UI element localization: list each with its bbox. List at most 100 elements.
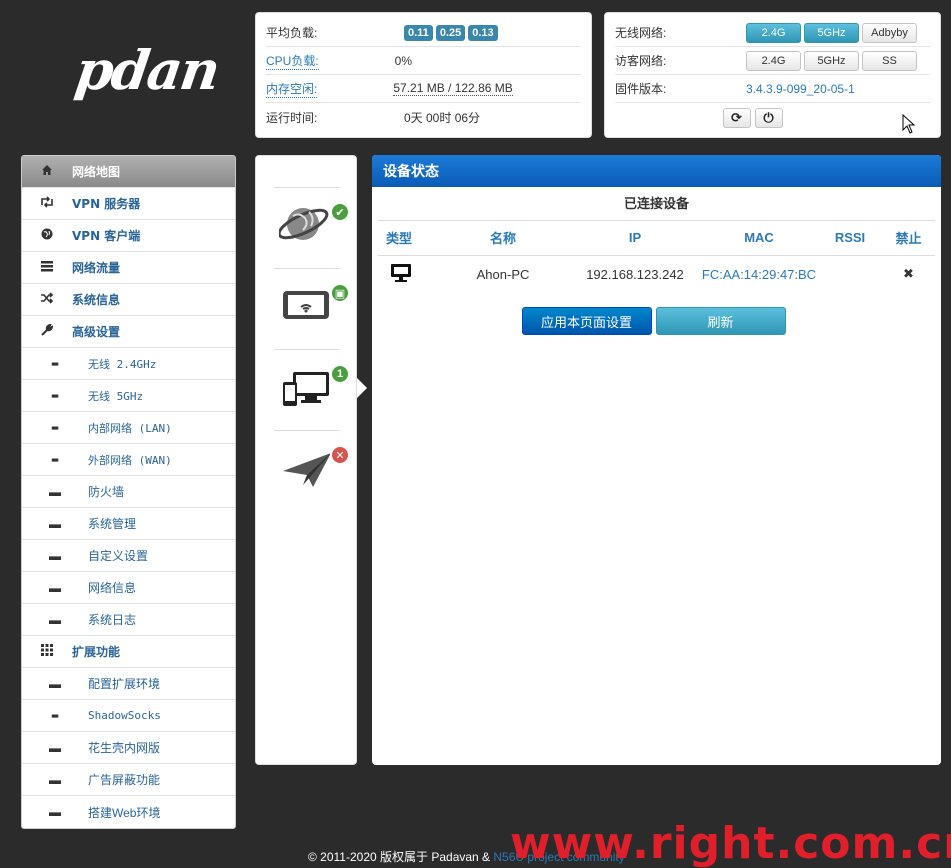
client-rssi xyxy=(818,255,882,293)
load-label: 平均负载: xyxy=(266,26,318,40)
wireless-clients-tile[interactable]: ▣ xyxy=(274,268,350,338)
padavan-logo: pdan xyxy=(71,38,223,102)
firmware-version-link[interactable]: 3.4.3.9-099_20-05-1 xyxy=(746,82,855,96)
dash-icon: ▬ xyxy=(49,548,61,563)
sidebar-item-traffic[interactable]: 网络流量 xyxy=(22,252,235,284)
sidebar-sub-lan[interactable]: ▬ 内部网络 (LAN) xyxy=(22,412,235,444)
load-values: 0.11 0.25 0.13 xyxy=(404,24,501,41)
memory-free-link[interactable]: 内存空闲: xyxy=(266,80,318,98)
retweet-icon xyxy=(22,196,72,211)
load-badge-3: 0.13 xyxy=(468,24,498,41)
sidebar-item-advanced[interactable]: 高级设置 xyxy=(22,316,235,348)
system-status-panel: 平均负载: 0.11 0.25 0.13 CPU负载: 0% 内存空闲: 57.21… xyxy=(255,12,592,138)
col-block: 禁止 xyxy=(882,221,935,256)
cpu-load-link[interactable]: CPU负载: xyxy=(266,52,319,70)
network-map-icon-column: ✔ ▣ 1 ✕ xyxy=(255,155,357,765)
panel-title: 设备状态 xyxy=(372,155,941,187)
sidebar-item-vpn-client[interactable]: VPN 客户端 xyxy=(22,220,235,252)
load-badge-1: 0.11 xyxy=(404,24,433,41)
sidebar-sub-label: 系统日志 xyxy=(88,613,137,627)
sidebar-sub-wireless-24[interactable]: ▬ 无线 2.4GHz xyxy=(22,348,235,380)
sidebar-sub-label: 外部网络 (WAN) xyxy=(88,453,172,467)
sidebar-sub-wireless-5[interactable]: ▬ 无线 5GHz xyxy=(22,380,235,412)
sidebar-sub-label: 防火墙 xyxy=(88,485,125,499)
sidebar-sub-phddns[interactable]: ▬ 花生壳内网版 xyxy=(22,732,235,764)
refresh-icon[interactable]: ⟳ xyxy=(722,108,751,128)
power-icon[interactable]: ⏻ xyxy=(754,108,783,128)
memory-free-value[interactable]: 57.21 MB / 122.86 MB xyxy=(393,81,513,96)
guest-2g-button[interactable]: 2.4G xyxy=(746,50,801,71)
col-name: 名称 xyxy=(436,221,570,256)
sidebar-item-label: VPN 服务器 xyxy=(72,197,141,211)
desktop-icon xyxy=(378,255,436,293)
dash-icon: ▬ xyxy=(49,516,61,531)
apply-settings-button[interactable]: 应用本页面设置 xyxy=(521,307,652,335)
usb-apps-tile[interactable]: ✕ xyxy=(274,430,350,500)
wifi-2g-button[interactable]: 2.4G xyxy=(746,22,801,43)
wrench-icon xyxy=(22,323,72,339)
refresh-button[interactable]: 刷新 xyxy=(655,307,786,335)
globe-icon xyxy=(22,228,72,243)
guest-label: 访客网络: xyxy=(615,54,667,68)
dash-icon: ▬ xyxy=(51,421,59,434)
sidebar-sub-label: 广告屏蔽功能 xyxy=(88,773,161,787)
sidebar-item-label: 网络地图 xyxy=(72,165,121,179)
sidebar-sub-wan[interactable]: ▬ 外部网络 (WAN) xyxy=(22,444,235,476)
client-count-badge: 1 xyxy=(330,364,350,384)
watermark: www.right.com.cn xyxy=(510,818,951,868)
client-mac-link[interactable]: FC:AA:14:29:47:BC xyxy=(700,255,818,293)
home-icon xyxy=(22,164,72,179)
random-icon xyxy=(22,292,72,307)
firmware-label: 固件版本: xyxy=(615,82,667,96)
adbyby-button[interactable]: Adbyby xyxy=(862,22,917,43)
dash-icon: ▬ xyxy=(51,709,59,722)
sidebar-sub-label: ShadowSocks xyxy=(88,709,161,722)
paper-plane-icon xyxy=(283,453,331,487)
sidebar-sub-label: 自定义设置 xyxy=(88,549,149,563)
guest-5g-button[interactable]: 5GHz xyxy=(804,50,859,71)
col-type: 类型 xyxy=(378,221,436,256)
error-x-icon: ✕ xyxy=(330,445,350,465)
sidebar-sub-firewall[interactable]: ▬ 防火墙 xyxy=(22,476,235,508)
sidebar-sub-label: 无线 5GHz xyxy=(88,389,144,403)
block-icon[interactable]: ✖ xyxy=(882,255,935,293)
sidebar-item-system-info[interactable]: 系统信息 xyxy=(22,284,235,316)
check-icon: ✔ xyxy=(330,202,350,222)
cpu-load-value: 0% xyxy=(394,53,413,68)
load-badge-2: 0.25 xyxy=(435,24,466,41)
sidebar-item-label: 高级设置 xyxy=(72,325,121,339)
sidebar-sub-adblock[interactable]: ▬ 广告屏蔽功能 xyxy=(22,764,235,796)
tablet-wifi-icon xyxy=(283,291,329,319)
sidebar-sub-label: 无线 2.4GHz xyxy=(88,357,157,371)
tasks-icon xyxy=(22,260,72,275)
sidebar-item-label: 扩展功能 xyxy=(72,645,121,659)
mouse-cursor-icon xyxy=(902,114,916,134)
devices-icon xyxy=(283,372,329,406)
sidebar-sub-syslog[interactable]: ▬ 系统日志 xyxy=(22,604,235,636)
sidebar-sub-admin[interactable]: ▬ 系统管理 xyxy=(22,508,235,540)
device-status-panel: 设备状态 已连接设备 类型 名称 IP MAC RSSI 禁止 Ahon-PC … xyxy=(372,155,941,765)
sidebar-sub-custom[interactable]: ▬ 自定义设置 xyxy=(22,540,235,572)
sidebar-sub-ext-env[interactable]: ▬ 配置扩展环境 xyxy=(22,668,235,700)
sidebar-item-network-map[interactable]: 网络地图 xyxy=(22,156,235,188)
sidebar-sub-shadowsocks[interactable]: ▬ ShadowSocks xyxy=(22,700,235,732)
sidebar-sub-label: 配置扩展环境 xyxy=(88,677,161,691)
sidebar-item-label: 系统信息 xyxy=(72,293,121,307)
sidebar-nav: 网络地图 VPN 服务器 VPN 客户端 网络流量 系统信息 高级设置 ▬ 无线 … xyxy=(21,155,236,829)
dash-icon: ▬ xyxy=(51,357,59,370)
sidebar-sub-netinfo[interactable]: ▬ 网络信息 xyxy=(22,572,235,604)
dash-icon: ▬ xyxy=(49,612,61,627)
wifi-5g-button[interactable]: 5GHz xyxy=(804,22,859,43)
sidebar-sub-label: 系统管理 xyxy=(88,517,137,531)
sidebar-item-vpn-server[interactable]: VPN 服务器 xyxy=(22,188,235,220)
sidebar-sub-label: 搭建Web环境 xyxy=(88,805,161,820)
sidebar-item-label: VPN 客户端 xyxy=(72,229,141,243)
connected-devices-heading: 已连接设备 xyxy=(378,187,935,221)
ss-button[interactable]: SS xyxy=(862,50,917,71)
sidebar-sub-web-env[interactable]: ▬ 搭建Web环境 xyxy=(22,796,235,828)
dash-icon: ▬ xyxy=(49,740,61,755)
dash-icon: ▬ xyxy=(51,453,59,466)
wired-clients-tile[interactable]: 1 xyxy=(274,349,350,419)
internet-status-tile[interactable]: ✔ xyxy=(274,187,350,257)
sidebar-item-extensions[interactable]: 扩展功能 xyxy=(22,636,235,668)
